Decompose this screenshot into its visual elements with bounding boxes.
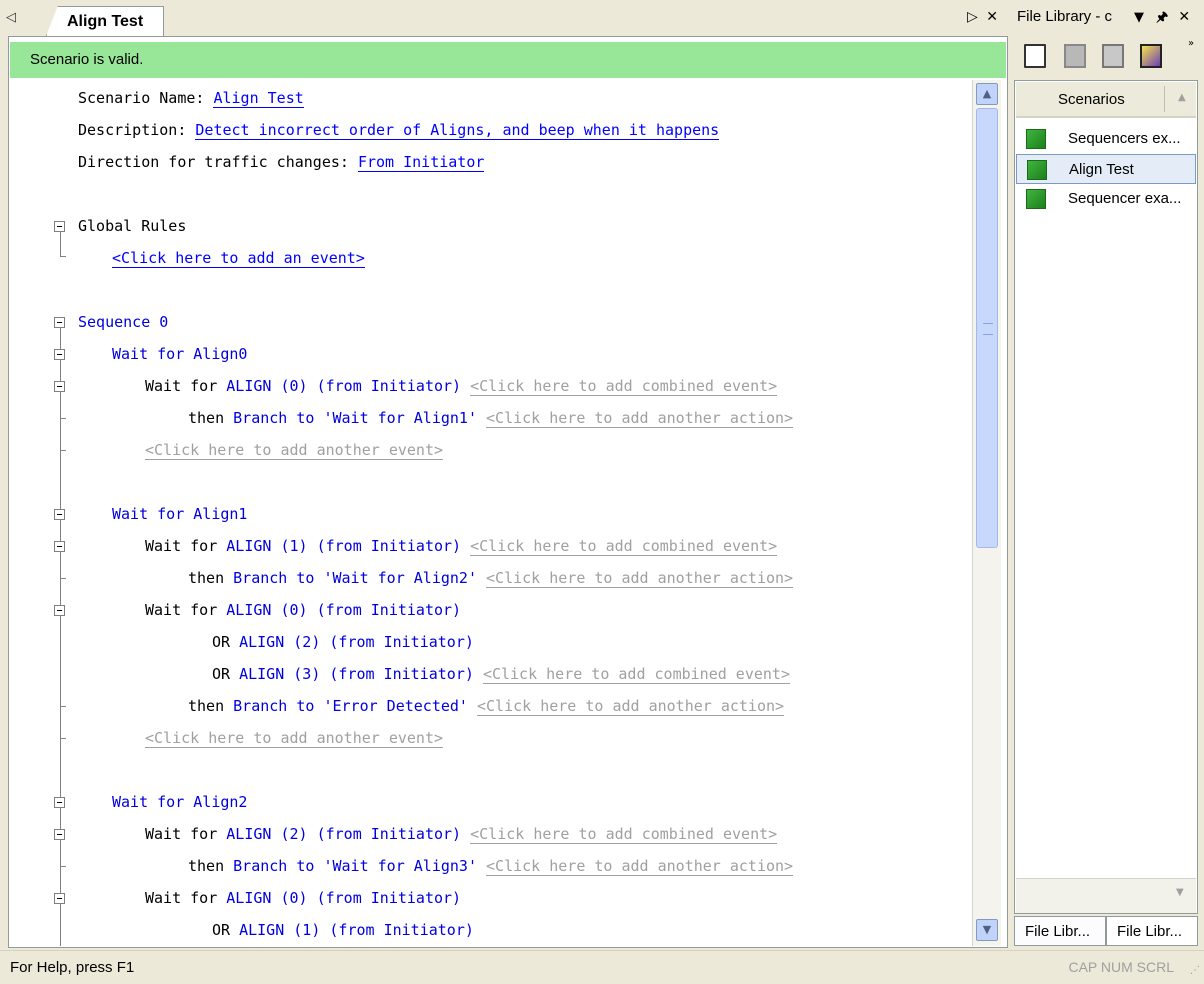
- tab-title: Align Test: [67, 13, 144, 30]
- event-row: Wait for ALIGN (1) (from Initiator) <Cli…: [145, 537, 778, 556]
- add-another-action-link[interactable]: <Click here to add another action>: [486, 569, 794, 588]
- direction-link[interactable]: From Initiator: [357, 153, 485, 172]
- collapse-state-icon[interactable]: [54, 349, 65, 360]
- list-item[interactable]: Align Test: [1016, 154, 1196, 184]
- tree-gutter: [44, 80, 74, 946]
- editor-gutter: [10, 80, 44, 946]
- scenarios-column-header[interactable]: Scenarios ▲: [1016, 82, 1196, 118]
- save-all-icon[interactable]: [1102, 44, 1124, 68]
- add-combined-event-link[interactable]: <Click here to add combined event>: [482, 665, 790, 684]
- collapse-state-icon[interactable]: [54, 797, 65, 808]
- panel-tabs: File Libr... File Libr...: [1014, 914, 1200, 948]
- close-document-icon[interactable]: ✕: [986, 9, 998, 25]
- list-scrollbar[interactable]: ▼: [1016, 878, 1196, 913]
- list-item[interactable]: Sequencer exa...: [1016, 184, 1196, 214]
- collapse-global-rules-icon[interactable]: [54, 221, 65, 232]
- save-file-icon[interactable]: [1064, 44, 1086, 68]
- tab-file-library-1[interactable]: File Libr...: [1014, 916, 1106, 946]
- list-item[interactable]: Sequencers ex...: [1016, 124, 1196, 154]
- state-wait-align2: Wait for Align2: [112, 793, 248, 811]
- scenario-icon: [1026, 189, 1046, 209]
- add-combined-event-link[interactable]: <Click here to add combined event>: [470, 825, 778, 844]
- tab-strip-controls: ▷ ✕: [967, 9, 998, 25]
- state-wait-align1: Wait for Align1: [112, 505, 248, 523]
- validation-text: Scenario is valid.: [30, 51, 144, 68]
- sort-ascending-icon[interactable]: ▲: [1178, 92, 1186, 103]
- tab-file-library-2[interactable]: File Libr...: [1106, 916, 1198, 946]
- add-another-action-link[interactable]: <Click here to add another action>: [477, 697, 785, 716]
- collapse-event-icon[interactable]: [54, 829, 65, 840]
- editor-vertical-scrollbar[interactable]: ▲ ▼: [972, 80, 1001, 946]
- action-row: then Branch to 'Wait for Align2' <Click …: [188, 569, 794, 588]
- or-row: OR ALIGN (1) (from Initiator): [212, 921, 474, 939]
- scenario-name-link[interactable]: Align Test: [213, 89, 304, 108]
- scroll-down-icon[interactable]: ▼: [1176, 887, 1184, 898]
- toolbar-overflow-icon[interactable]: »: [1188, 38, 1194, 49]
- action-row: then Branch to 'Error Detected' <Click h…: [188, 697, 785, 716]
- collapse-sequence-icon[interactable]: [54, 317, 65, 328]
- pin-icon[interactable]: 🖈︎: [1156, 10, 1168, 25]
- collapse-state-icon[interactable]: [54, 509, 65, 520]
- scenario-name-row: Scenario Name: Align Test: [78, 89, 304, 108]
- direction-row: Direction for traffic changes: From Init…: [78, 153, 485, 172]
- add-combined-event-link[interactable]: <Click here to add combined event>: [470, 377, 778, 396]
- event-row: Wait for ALIGN (2) (from Initiator) <Cli…: [145, 825, 778, 844]
- description-link[interactable]: Detect incorrect order of Aligns, and be…: [195, 121, 720, 140]
- status-bar: For Help, press F1 CAP NUM SCRL ⋰: [0, 950, 1204, 984]
- close-panel-icon[interactable]: ✕: [1178, 9, 1190, 25]
- scroll-tabs-right-icon[interactable]: ▷: [967, 9, 978, 25]
- event-row: Wait for ALIGN (0) (from Initiator): [145, 601, 462, 619]
- scenario-editor: Scenario Name: Align Test Description: D…: [44, 80, 972, 946]
- validation-banner: Scenario is valid.: [10, 42, 1006, 78]
- sequence-0-heading: Sequence 0: [78, 313, 169, 331]
- help-text: For Help, press F1: [10, 959, 135, 976]
- panel-controls: ▼ 🖈︎ ✕: [1134, 8, 1190, 30]
- new-file-icon[interactable]: [1024, 44, 1046, 68]
- or-row: OR ALIGN (3) (from Initiator) <Click her…: [212, 665, 790, 684]
- or-row: OR ALIGN (2) (from Initiator): [212, 633, 474, 651]
- add-another-action-link[interactable]: <Click here to add another action>: [486, 409, 794, 428]
- collapse-event-icon[interactable]: [54, 605, 65, 616]
- add-event-link[interactable]: <Click here to add an event>: [112, 249, 365, 268]
- scroll-down-icon[interactable]: ▼: [976, 919, 998, 941]
- key-indicators: CAP NUM SCRL: [1068, 959, 1174, 975]
- scroll-tabs-left-icon[interactable]: ◁: [6, 10, 16, 25]
- collapse-event-icon[interactable]: [54, 893, 65, 904]
- scenario-icon: [1026, 129, 1046, 149]
- tab-align-test[interactable]: Align Test: [46, 6, 164, 36]
- scroll-thumb[interactable]: [976, 108, 998, 548]
- collapse-event-icon[interactable]: [54, 381, 65, 392]
- action-row: then Branch to 'Wait for Align3' <Click …: [188, 857, 794, 876]
- collapse-event-icon[interactable]: [54, 541, 65, 552]
- add-another-action-link[interactable]: <Click here to add another action>: [486, 857, 794, 876]
- add-combined-event-link[interactable]: <Click here to add combined event>: [470, 537, 778, 556]
- add-another-event-link[interactable]: <Click here to add another event>: [145, 441, 444, 460]
- file-library-title: File Library - c: [1017, 8, 1113, 25]
- description-row: Description: Detect incorrect order of A…: [78, 121, 720, 140]
- state-wait-align0: Wait for Align0: [112, 345, 248, 363]
- panel-menu-dropdown-icon[interactable]: ▼: [1134, 10, 1144, 25]
- event-row: Wait for ALIGN (0) (from Initiator): [145, 889, 462, 907]
- add-another-event-link[interactable]: <Click here to add another event>: [145, 729, 444, 748]
- scroll-up-icon[interactable]: ▲: [976, 83, 998, 105]
- scenario-icon: [1027, 160, 1047, 180]
- global-rules-heading: Global Rules: [78, 217, 187, 235]
- event-row: Wait for ALIGN (0) (from Initiator) <Cli…: [145, 377, 778, 396]
- resize-grip-icon[interactable]: ⋰: [1190, 965, 1200, 976]
- action-row: then Branch to 'Wait for Align1' <Click …: [188, 409, 794, 428]
- multi-file-icon[interactable]: [1140, 44, 1162, 68]
